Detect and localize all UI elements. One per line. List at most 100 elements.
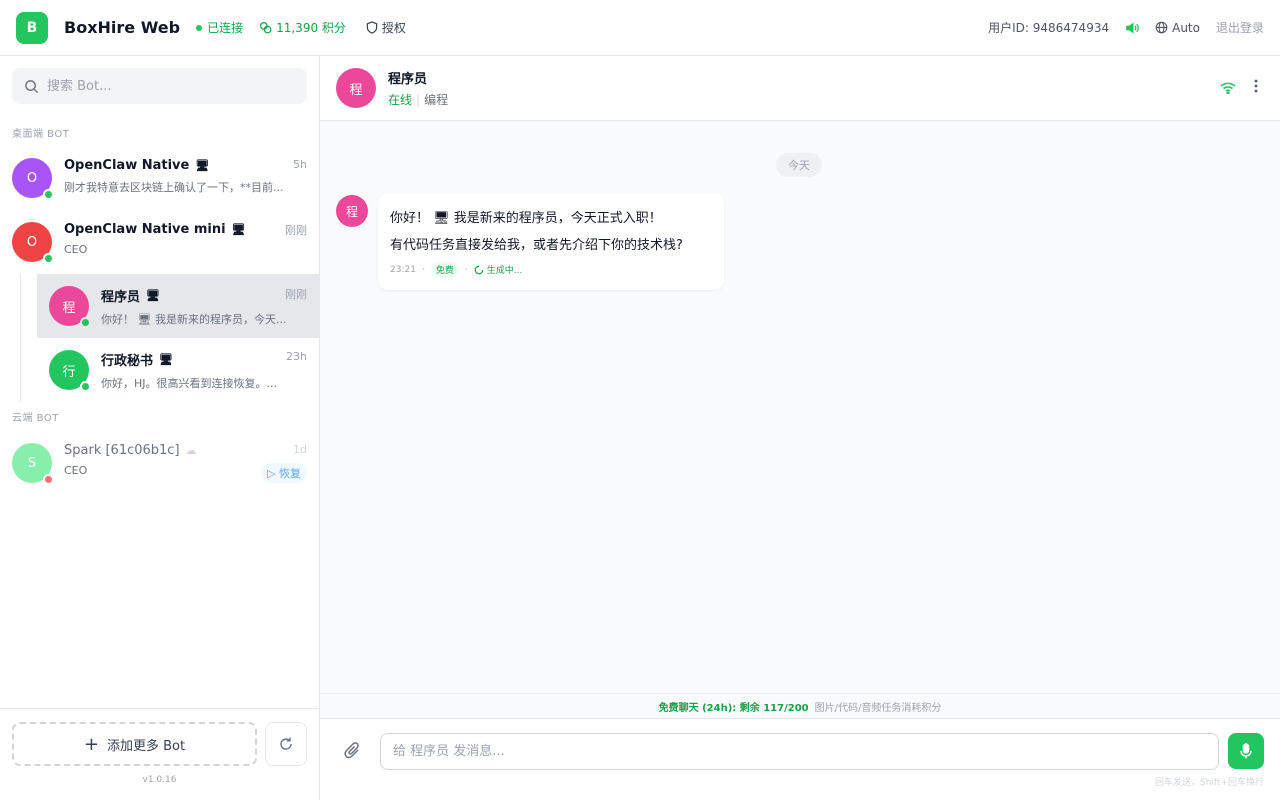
presence-dot-icon (43, 253, 54, 264)
quota-note: 图片/代码/音频任务消耗积分 (814, 702, 942, 714)
refresh-button[interactable] (265, 722, 307, 766)
avatar: S (12, 443, 54, 485)
bot-name: Spark [61c06b1c] (64, 443, 180, 458)
separator-dot: · (464, 264, 468, 275)
bot-item-openclaw-native[interactable]: O OpenClaw Native 🖥 刚才我特意去区块链上确认了一下，**目前.… (0, 146, 319, 210)
bot-name: OpenClaw Native mini (64, 222, 226, 237)
avatar-initial: 行 (62, 364, 76, 380)
monitor-icon: 🖥 (195, 159, 210, 172)
bot-item-openclaw-native-mini[interactable]: O OpenClaw Native mini 🖥 CEO 刚刚 (0, 210, 319, 274)
generating-status: 生成中... (474, 263, 523, 276)
presence-dot-icon (80, 317, 91, 328)
app-title: BoxHire Web (64, 18, 181, 37)
avatar: O (12, 222, 54, 264)
free-badge: 免费 (430, 262, 459, 277)
avatar-initial: O (26, 234, 38, 250)
composer: 回车发送，Shift+回车换行 (320, 718, 1280, 800)
add-bot-button[interactable]: + 添加更多 Bot (12, 722, 257, 766)
avatar-initial: 程 (349, 82, 363, 98)
user-id: 用户ID: 9486474934 (988, 21, 1110, 35)
shield-icon (366, 21, 378, 34)
online-status: 在线 (388, 93, 413, 107)
chat-avatar: 程 (336, 68, 376, 108)
message-input[interactable] (380, 733, 1219, 770)
auth-label: 授权 (381, 21, 406, 35)
message-time: 23:21 (390, 264, 416, 275)
refresh-icon (280, 737, 292, 750)
attach-icon[interactable] (343, 741, 363, 761)
avatar: O (12, 158, 54, 200)
top-bar: B BoxHire Web 已连接 11,390 积分 授权 用户ID: 948… (0, 0, 1280, 56)
message-line: 有代码任务直接发给我，或者先介绍下你的技术栈? (390, 238, 683, 253)
bot-item-spark[interactable]: S Spark [61c06b1c] ☁ CEO 1d ▷ 恢复 (0, 431, 319, 495)
bot-time: 1d (293, 443, 307, 456)
bot-tag: 编程 (424, 93, 449, 107)
add-bot-label: 添加更多 Bot (106, 738, 186, 754)
search-box[interactable] (12, 68, 307, 104)
presence-dot-icon (80, 381, 91, 392)
monitor-icon: 🖥 (146, 289, 160, 302)
points-balance[interactable]: 11,390 积分 (259, 19, 346, 36)
microphone-button[interactable] (1228, 733, 1264, 769)
monitor-icon: 🖥 (159, 353, 173, 366)
message-line: 你好！ 🖥 我是新来的程序员，今天正式入职！ (390, 211, 662, 226)
monitor-icon: 🖥 (231, 223, 246, 236)
separator-dot: · (421, 264, 425, 275)
avatar-initial: S (27, 455, 37, 471)
bot-preview: 你好，HJ。很高兴看到连接恢复。... (101, 377, 278, 390)
send-hint: 回车发送，Shift+回车换行 (1155, 778, 1264, 788)
cloud-icon: ☁ (185, 444, 197, 457)
avatar-initial: 程 (62, 300, 76, 316)
avatar-initial: 程 (345, 204, 358, 219)
connection-status: 已连接 (196, 19, 243, 36)
sidebar-footer: + 添加更多 Bot v1.0.16 (0, 708, 319, 800)
presence-dot-icon (43, 474, 54, 485)
more-options-icon[interactable] (1254, 78, 1258, 97)
presence-dot-icon (43, 189, 54, 200)
restore-button[interactable]: ▷ 恢复 (261, 463, 307, 483)
avatar: 程 (49, 286, 91, 328)
chat-header: 程 程序员 在线 | 编程 (320, 56, 1280, 121)
bot-name: 程序员 (101, 290, 141, 305)
bot-name: 行政秘书 (101, 354, 154, 369)
spinner-icon (474, 265, 484, 274)
chat-panel: 程 程序员 在线 | 编程 今天 程 你好！ 🖥 我是新来的程序员，今天正式入职… (320, 56, 1280, 800)
app-version: v1.0.16 (142, 775, 177, 785)
wifi-icon (1220, 82, 1236, 94)
quota-bar: 免费聊天 (24h): 剩余 117/200 图片/代码/音频任务消耗积分 (320, 693, 1280, 718)
message-avatar: 程 (336, 195, 368, 227)
logout-link[interactable]: 退出登录 (1216, 19, 1264, 36)
speaker-icon[interactable] (1125, 21, 1139, 34)
generating-label: 生成中... (486, 266, 523, 276)
tree-connector (20, 274, 21, 402)
bot-time: 刚刚 (285, 224, 307, 237)
status-dot-icon (196, 24, 203, 31)
bot-name: OpenClaw Native (64, 158, 190, 173)
date-divider: 今天 (776, 153, 822, 177)
bot-preview: CEO (64, 243, 88, 256)
app-logo: B (16, 11, 48, 44)
auth-button[interactable]: 授权 (366, 19, 406, 36)
message-bubble: 你好！ 🖥 我是新来的程序员，今天正式入职！ 有代码任务直接发给我，或者先介绍下… (378, 193, 724, 290)
search-icon (25, 79, 39, 93)
coins-icon (260, 22, 272, 34)
search-input[interactable] (47, 78, 277, 94)
divider: | (416, 92, 421, 107)
bot-time: 23h (286, 350, 307, 363)
language-selector[interactable]: Auto (1155, 21, 1200, 35)
bot-item-admin-secretary[interactable]: 行 行政秘书 🖥 你好，HJ。很高兴看到连接恢复。... 23h (37, 338, 319, 402)
plus-icon: + (83, 733, 99, 755)
avatar-initial: O (26, 170, 38, 186)
microphone-icon (1240, 743, 1252, 759)
sidebar: 桌面端 BOT O OpenClaw Native 🖥 刚才我特意去区块链上确认了… (0, 56, 320, 800)
points-label: 11,390 积分 (276, 21, 346, 35)
quota-remaining: 免费聊天 (24h): 剩余 117/200 (658, 702, 809, 714)
bot-time: 5h (293, 158, 307, 171)
language-label: Auto (1172, 20, 1200, 35)
bot-preview: 你好！ 🖥 我是新来的程序员，今天... (101, 313, 287, 326)
cloud-section-label: 云端 BOT (12, 413, 59, 424)
bot-preview: 刚才我特意去区块链上确认了一下，**目前... (64, 181, 284, 194)
bot-item-programmer[interactable]: 程 程序员 🖥 你好！ 🖥 我是新来的程序员，今天... 刚刚 (37, 274, 319, 338)
globe-icon (1155, 21, 1168, 34)
desktop-section-label: 桌面端 BOT (12, 129, 70, 140)
